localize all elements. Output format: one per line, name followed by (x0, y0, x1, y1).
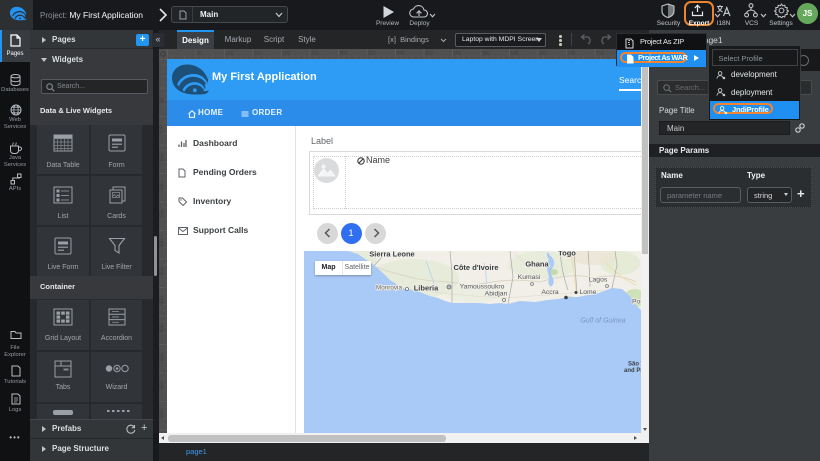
svg-text:Abidjan: Abidjan (485, 291, 508, 298)
svg-text:Liberia: Liberia (414, 284, 439, 293)
svg-text:Monrovia: Monrovia (376, 285, 402, 292)
svg-text:Ghana: Ghana (525, 260, 549, 269)
svg-text:Sierra Leone: Sierra Leone (369, 251, 414, 259)
svg-text:and Prín: and Prín (624, 368, 641, 374)
svg-text:Accra: Accra (541, 289, 559, 296)
svg-text:Lome: Lome (579, 289, 596, 296)
svg-text:Gulf of Guinea: Gulf of Guinea (580, 318, 625, 325)
svg-text:Kumasi: Kumasi (518, 274, 541, 281)
svg-text:Port: Port (632, 299, 641, 306)
svg-text:São T: São T (628, 362, 641, 368)
svg-text:Togo: Togo (558, 251, 576, 258)
svg-text:Lagos: Lagos (589, 277, 608, 284)
svg-text:Yamoussoukro: Yamoussoukro (460, 284, 505, 291)
svg-text:Côte d'Ivoire: Côte d'Ivoire (453, 263, 498, 272)
